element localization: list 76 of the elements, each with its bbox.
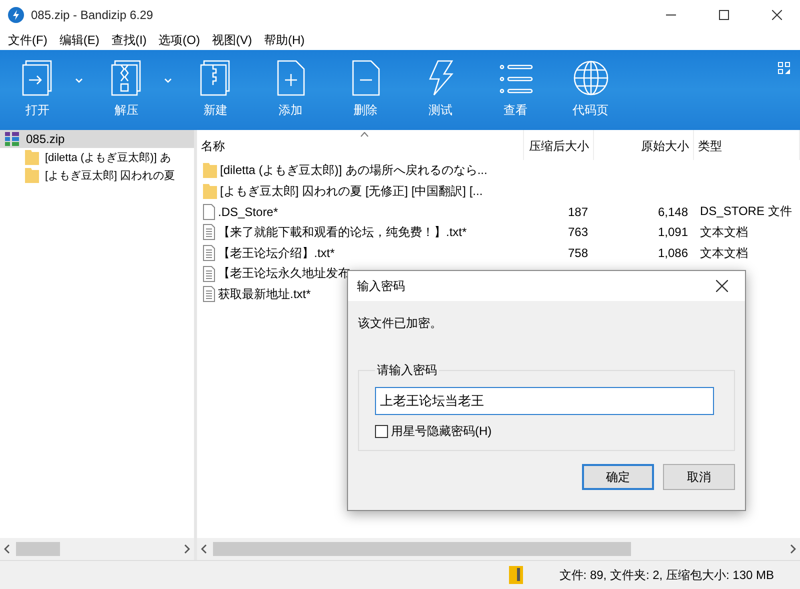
dialog-message: 该文件已加密。 (358, 315, 443, 332)
original-size: 6,148 (656, 204, 689, 219)
globe-icon (572, 60, 608, 96)
toolbar-button[interactable]: 测试 (403, 60, 478, 119)
compressed-size: 187 (566, 204, 589, 219)
file-type: 文本文档 (699, 224, 749, 241)
password-field[interactable]: 上老王论坛当老王 (375, 387, 714, 415)
file-name[interactable]: [よもぎ豆太郎] 囚われの夏 [无修正] [中国翻訳] [... (220, 182, 483, 200)
open-file-icon (22, 60, 54, 96)
text-file-icon (203, 286, 215, 302)
column-header[interactable]: 原始大小 (641, 139, 689, 153)
file-name[interactable]: .DS_Store* (218, 204, 278, 219)
app-logo-icon (8, 7, 24, 23)
file-icon (203, 204, 215, 220)
window-title: 085.zip - Bandizip 6.29 (31, 8, 154, 22)
compressed-size: 758 (566, 246, 589, 260)
toolbar-button[interactable]: 添加 (253, 60, 328, 119)
menu-item[interactable]: 帮助(H) (258, 32, 311, 48)
toolbar-button[interactable]: 打开 (0, 60, 75, 119)
tree-item[interactable]: 085.zip (0, 130, 194, 148)
add-file-icon (276, 60, 304, 96)
dialog-button[interactable]: 确定 (582, 464, 654, 490)
toolbar-button[interactable]: 代码页 (553, 60, 628, 119)
layout-icon[interactable] (778, 62, 790, 74)
toolbar-button[interactable]: 查看 (478, 60, 553, 119)
dialog-title: 输入密码 (357, 278, 405, 294)
folder-icon (203, 183, 217, 200)
lightning-icon (428, 60, 454, 96)
dialog-button[interactable]: 取消 (663, 464, 735, 490)
scrollbar-thumb[interactable] (16, 542, 60, 556)
menu-item[interactable]: 查找(I) (105, 32, 153, 48)
original-size: 1,086 (656, 246, 689, 260)
toolbar-button[interactable]: 新建 (178, 60, 253, 119)
close-button[interactable] (716, 280, 728, 292)
scroll-left-icon[interactable] (201, 544, 207, 554)
zipper-archive-icon (110, 60, 142, 96)
column-header[interactable]: 名称 (201, 139, 225, 153)
hide-password-checkbox[interactable]: 用星号隐藏密码(H) (375, 423, 718, 440)
scroll-left-icon[interactable] (4, 544, 10, 554)
file-name[interactable]: 【老王论坛介绍】.txt* (218, 244, 335, 262)
tree-item[interactable]: [よもぎ豆太郎] 囚われの夏 (0, 166, 194, 184)
scroll-right-icon[interactable] (790, 544, 796, 554)
folder-icon (25, 167, 39, 183)
menu-item[interactable]: 选项(O) (152, 32, 206, 48)
status-text: 文件: 89, 文件夹: 2, 压缩包大小: 130 MB (559, 566, 774, 584)
group-label: 请输入密码 (376, 362, 438, 379)
file-type: 文本文档 (699, 244, 749, 262)
text-file-icon (203, 245, 215, 262)
tree-item[interactable]: [diletta (よもぎ豆太郎)] あ (0, 148, 194, 166)
maximize-button[interactable] (719, 10, 729, 20)
file-type: DS_STORE 文件 (699, 203, 793, 220)
text-file-icon (203, 224, 215, 240)
column-header[interactable]: 类型 (698, 139, 722, 153)
file-name[interactable]: 获取最新地址.txt* (218, 286, 311, 303)
folder-icon (203, 162, 217, 178)
file-name[interactable]: 【来了就能下載和观看的论坛，纯免费！】.txt* (218, 224, 467, 241)
text-file-icon (203, 266, 215, 282)
toolbar-button[interactable]: 解压 (89, 60, 164, 119)
close-button[interactable] (772, 10, 782, 20)
file-name[interactable]: [diletta (よもぎ豆太郎)] あの場所へ戻れるのなら... (220, 162, 488, 179)
folder-icon (25, 149, 39, 165)
menu-item[interactable]: 视图(V) (206, 32, 258, 48)
caret-icon[interactable] (75, 78, 83, 83)
caret-icon[interactable] (164, 78, 172, 83)
compressed-size: 763 (566, 225, 589, 240)
menu-item[interactable]: 编辑(E) (53, 32, 106, 48)
scroll-right-icon[interactable] (184, 544, 190, 554)
menu-item[interactable]: 文件(F) (2, 32, 54, 48)
archive-icon (4, 131, 20, 147)
original-size: 1,091 (656, 225, 689, 240)
archive-icon (509, 566, 524, 584)
zipper-archive-icon (200, 60, 232, 96)
remove-file-icon (352, 60, 380, 96)
toolbar-button[interactable]: 删除 (328, 60, 403, 119)
scrollbar-thumb[interactable] (213, 542, 631, 556)
column-header[interactable]: 压缩后大小 (529, 139, 589, 153)
